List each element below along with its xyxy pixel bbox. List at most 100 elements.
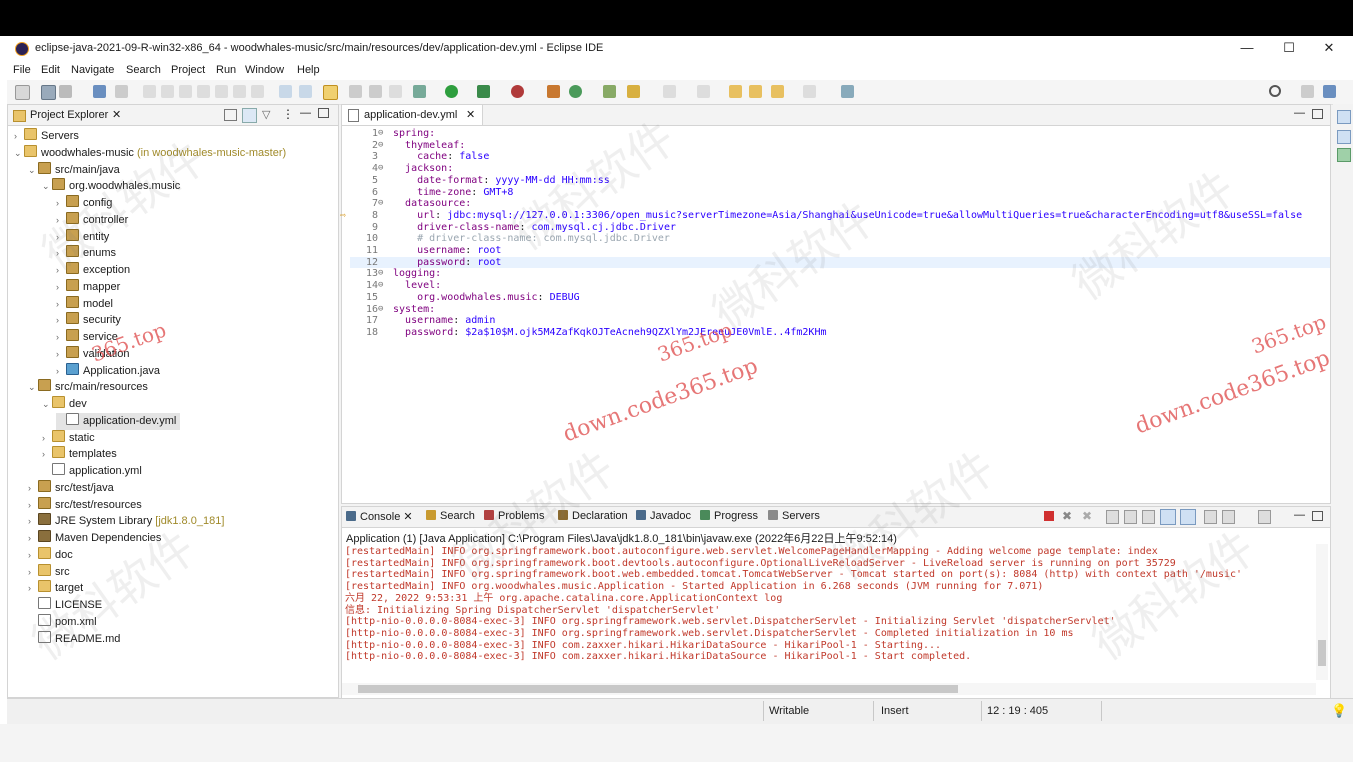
- menu-edit[interactable]: Edit: [41, 64, 60, 76]
- collapsed-chevron-icon[interactable]: ›: [28, 580, 38, 597]
- expanded-chevron-icon[interactable]: ⌄: [14, 145, 24, 162]
- gear-icon[interactable]: [1337, 148, 1351, 162]
- console-tab-progress[interactable]: Progress: [700, 510, 758, 522]
- link-editor-icon[interactable]: [242, 108, 257, 123]
- perspective-icon[interactable]: [1301, 85, 1314, 98]
- collapsed-chevron-icon[interactable]: ›: [28, 513, 38, 530]
- collapsed-chevron-icon[interactable]: ›: [28, 480, 38, 497]
- tree-item[interactable]: › model: [56, 295, 113, 313]
- view-menu-icon[interactable]: ⋮: [282, 107, 294, 121]
- collapsed-chevron-icon[interactable]: ›: [14, 128, 24, 145]
- collapsed-chevron-icon[interactable]: ›: [56, 346, 66, 363]
- maximize-view-icon[interactable]: [318, 108, 329, 118]
- code-line[interactable]: 2 ⊖ thymeleaf:: [350, 140, 1330, 152]
- stop-icon[interactable]: [179, 85, 192, 98]
- coverage-icon[interactable]: [477, 85, 490, 98]
- terminal-icon[interactable]: [93, 85, 106, 98]
- tree-item[interactable]: › doc: [28, 546, 73, 564]
- run-icon[interactable]: [445, 85, 458, 98]
- show-on-output-icon[interactable]: [1160, 509, 1176, 525]
- search-icon[interactable]: [1269, 85, 1281, 97]
- new-icon[interactable]: [15, 85, 30, 100]
- maximize-console-icon[interactable]: [1312, 511, 1323, 521]
- tree-item[interactable]: › Servers: [14, 128, 79, 145]
- close-editor-icon[interactable]: ✕: [466, 108, 475, 121]
- step-over-icon[interactable]: [233, 85, 246, 98]
- menu-run[interactable]: Run: [216, 64, 236, 76]
- collapsed-chevron-icon[interactable]: ›: [56, 296, 66, 313]
- word-wrap-icon[interactable]: [1142, 510, 1155, 524]
- external-tools-icon[interactable]: [511, 85, 524, 98]
- code-line[interactable]: 3 cache: false: [350, 151, 1330, 163]
- menu-window[interactable]: Window: [245, 64, 284, 76]
- link-icon[interactable]: [115, 85, 128, 98]
- java-perspective-icon[interactable]: [1323, 85, 1336, 98]
- pin-editor-icon[interactable]: [841, 85, 854, 98]
- whitespace-icon[interactable]: [389, 85, 402, 98]
- show-on-error-icon[interactable]: [1180, 509, 1196, 525]
- tree-item[interactable]: › src: [28, 563, 70, 581]
- console-tab-console[interactable]: Console ✕: [346, 510, 413, 523]
- menu-search[interactable]: Search: [126, 64, 161, 76]
- fold-icon[interactable]: ⊖: [378, 198, 383, 210]
- console-hscroll-thumb[interactable]: [358, 685, 958, 693]
- prev-annotation-icon[interactable]: [697, 85, 710, 98]
- tree-item[interactable]: › src/test/java: [28, 479, 114, 497]
- clear-console-icon[interactable]: [1106, 510, 1119, 524]
- console-tab-servers[interactable]: Servers: [768, 510, 820, 522]
- code-line[interactable]: 1 ⊖ spring:: [350, 128, 1330, 140]
- block-selection-icon[interactable]: [369, 85, 382, 98]
- save-all-icon[interactable]: [59, 85, 72, 98]
- menu-navigate[interactable]: Navigate: [71, 64, 114, 76]
- code-line[interactable]: 18 password: $2a$10$M.ojk5M4ZafKqkOJTeAc…: [350, 327, 1330, 339]
- code-line[interactable]: 14 ⊖ level:: [350, 280, 1330, 292]
- collapsed-chevron-icon[interactable]: ›: [56, 363, 66, 380]
- maximize-editor-icon[interactable]: [1312, 109, 1323, 119]
- console-scroll-thumb[interactable]: [1318, 640, 1326, 666]
- editor-tab[interactable]: application-dev.yml ✕: [342, 105, 483, 125]
- minimize-view-icon[interactable]: —: [300, 107, 311, 119]
- new-java-project-icon[interactable]: [547, 85, 560, 98]
- lightbulb-icon[interactable]: 💡: [1331, 703, 1347, 719]
- skip-icon[interactable]: [143, 85, 156, 98]
- console-vertical-scrollbar[interactable]: [1316, 544, 1328, 680]
- collapsed-chevron-icon[interactable]: ›: [28, 530, 38, 547]
- fold-icon[interactable]: ⊖: [378, 268, 383, 280]
- code-line[interactable]: 15 org.woodwhales.music: DEBUG: [350, 292, 1330, 304]
- tree-item[interactable]: ⌄ dev: [42, 396, 87, 413]
- open-console-icon[interactable]: [1258, 510, 1271, 524]
- step-return-icon[interactable]: [251, 85, 264, 98]
- forward-icon[interactable]: [803, 85, 816, 98]
- highlight-icon[interactable]: [323, 85, 338, 100]
- back-history-icon[interactable]: [771, 85, 784, 98]
- back-icon[interactable]: [749, 85, 762, 98]
- open-type-icon[interactable]: [603, 85, 616, 98]
- fold-icon[interactable]: ⊖: [378, 128, 383, 140]
- collapsed-chevron-icon[interactable]: ›: [28, 547, 38, 564]
- close-button[interactable]: ✕: [1309, 36, 1349, 60]
- close-console-tab-icon[interactable]: ✕: [400, 511, 412, 523]
- debug-icon[interactable]: [413, 85, 426, 98]
- drop-frame-icon[interactable]: [279, 85, 292, 98]
- tree-item[interactable]: application-dev.yml: [56, 412, 181, 430]
- next-annotation-icon[interactable]: [663, 85, 676, 98]
- save-icon[interactable]: [41, 85, 56, 100]
- outline-icon[interactable]: [1337, 110, 1351, 124]
- filter-icon[interactable]: ▽: [262, 108, 270, 121]
- suspend-icon[interactable]: [161, 85, 174, 98]
- terminate-icon[interactable]: [1044, 511, 1054, 521]
- expanded-chevron-icon[interactable]: ⌄: [42, 396, 52, 413]
- collapsed-chevron-icon[interactable]: ›: [28, 564, 38, 581]
- tree-item[interactable]: application.yml: [42, 463, 142, 480]
- search-tool-icon[interactable]: [627, 85, 640, 98]
- use-filters-icon[interactable]: [299, 85, 312, 98]
- tree-item[interactable]: ⌄ src/main/resources: [28, 379, 148, 396]
- fold-icon[interactable]: ⊖: [378, 304, 383, 316]
- tree-item[interactable]: › Application.java: [56, 362, 160, 380]
- remove-all-icon[interactable]: ✖: [1082, 509, 1092, 523]
- collapsed-chevron-icon[interactable]: ›: [42, 430, 52, 447]
- menu-file[interactable]: File: [13, 64, 31, 76]
- collapsed-chevron-icon[interactable]: ›: [28, 497, 38, 514]
- scroll-lock-icon[interactable]: [1124, 510, 1137, 524]
- last-edit-icon[interactable]: [729, 85, 742, 98]
